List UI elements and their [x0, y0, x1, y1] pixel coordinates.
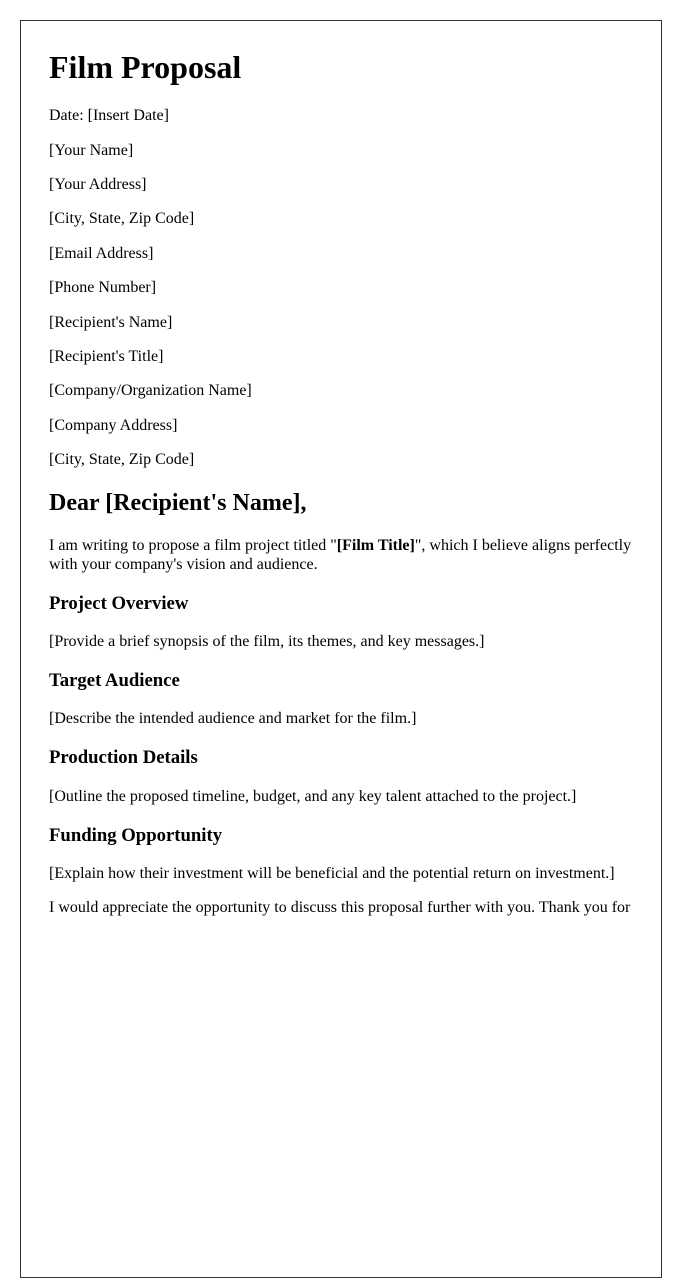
- sender-name: [Your Name]: [49, 141, 134, 159]
- intro-text-before: I am writing to propose a film project t…: [49, 537, 337, 555]
- sender-city-state-zip: [City, State, Zip Code]: [49, 210, 195, 228]
- recipient-company-address: [Company Address]: [49, 416, 178, 434]
- recipient-company: [Company/Organization Name]: [49, 382, 252, 400]
- section-heading-project-overview: Project Overview: [49, 592, 189, 614]
- section-heading-target-audience: Target Audience: [49, 669, 180, 691]
- sender-address: [Your Address]: [49, 176, 147, 194]
- section-heading-production-details: Production Details: [49, 747, 198, 769]
- intro-paragraph: I am writing to propose a film project t…: [49, 537, 633, 574]
- recipient-name: [Recipient's Name]: [49, 313, 173, 331]
- film-title-placeholder: [Film Title]: [336, 537, 415, 555]
- salutation: Dear [Recipient's Name],: [49, 489, 307, 516]
- letter-page: Film Proposal Date: [Insert Date] [Your …: [20, 20, 662, 1278]
- section-body-production-details: [Outline the proposed timeline, budget, …: [49, 787, 577, 805]
- section-heading-funding-opportunity: Funding Opportunity: [49, 824, 223, 846]
- closing-paragraph: I would appreciate the opportunity to di…: [49, 899, 631, 917]
- section-body-project-overview: [Provide a brief synopsis of the film, i…: [49, 632, 485, 650]
- section-body-target-audience: [Describe the intended audience and mark…: [49, 710, 417, 728]
- section-body-funding-opportunity: [Explain how their investment will be be…: [49, 864, 615, 882]
- sender-phone: [Phone Number]: [49, 279, 157, 297]
- recipient-city-state-zip: [City, State, Zip Code]: [49, 451, 195, 469]
- document-title: Film Proposal: [49, 49, 242, 85]
- sender-email: [Email Address]: [49, 244, 154, 262]
- recipient-title: [Recipient's Title]: [49, 348, 164, 366]
- date-line: Date: [Insert Date]: [49, 107, 169, 125]
